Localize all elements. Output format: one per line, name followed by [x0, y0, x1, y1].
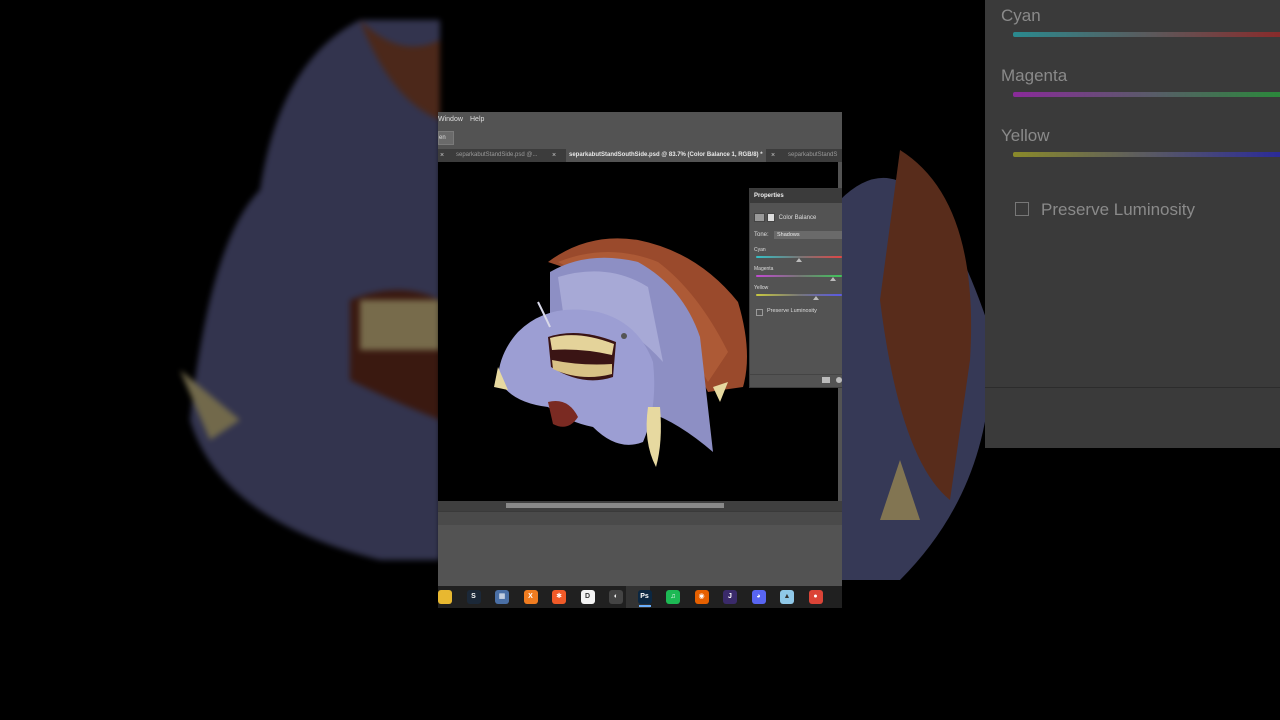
slider-label-magenta: Magenta — [754, 266, 774, 272]
photoshop-icon[interactable]: Ps — [637, 590, 652, 607]
properties-footer — [750, 374, 842, 387]
color-balance-icon — [754, 213, 765, 222]
view-previous-icon[interactable] — [836, 377, 842, 383]
chrome-icon[interactable]: ● — [808, 590, 823, 604]
properties-title: Properties — [750, 189, 842, 203]
background-magenta-bar — [1013, 92, 1280, 97]
options-bar: en — [438, 127, 842, 150]
options-button[interactable]: en — [438, 131, 454, 145]
chrome-dark-icon[interactable]: ◐ — [609, 590, 623, 604]
jetbrains-icon[interactable]: J — [723, 590, 737, 604]
tab-document-standside[interactable]: separkabutStandSide.psd @... — [453, 149, 540, 162]
background-label-yellow: Yellow — [1001, 126, 1050, 145]
discord-icon[interactable]: ◕ — [751, 590, 766, 604]
background-panel-footer — [985, 387, 1280, 448]
clip-to-layer-icon[interactable] — [822, 377, 830, 383]
mask-icon — [767, 213, 775, 222]
preserve-luminosity-checkbox[interactable] — [756, 309, 763, 316]
background-yellow-bar — [1013, 152, 1280, 157]
tab-close-icon[interactable]: × — [440, 149, 444, 162]
tab-close-icon[interactable]: × — [552, 149, 556, 162]
lower-panel-area — [438, 525, 842, 586]
yellow-blue-slider-thumb[interactable] — [813, 296, 820, 300]
document-icon[interactable]: D — [580, 590, 595, 604]
tone-label: Tone: — [754, 232, 769, 238]
background-properties-panel: Cyan Magenta Yellow Preserve Luminosity — [985, 0, 1280, 448]
adjustment-name: Color Balance — [778, 215, 817, 222]
yellow-blue-slider[interactable] — [756, 294, 842, 296]
xodo-icon[interactable]: X — [523, 590, 538, 604]
tab-document-stands[interactable]: separkabutStandS — [785, 149, 840, 162]
background-monster-left — [180, 20, 440, 560]
tab-close-icon[interactable]: × — [771, 149, 775, 162]
background-cyan-bar — [1013, 32, 1280, 37]
windows-taskbar: S ▦ X ✱ D ◐ Ps ♫ ◉ J ◕ ▲ ● — [438, 586, 842, 608]
preserve-luminosity-label: Preserve Luminosity — [767, 308, 817, 314]
background-label-cyan: Cyan — [1001, 6, 1041, 25]
properties-panel: Properties Color Balance Tone: Shadows C… — [749, 188, 842, 388]
tab-document-southside[interactable]: separkabutStandSouthSide.psd @ 83.7% (Co… — [566, 149, 766, 162]
magenta-green-slider[interactable] — [756, 275, 842, 277]
steam-icon[interactable]: S — [466, 590, 481, 604]
tone-select[interactable]: Shadows — [774, 231, 842, 239]
horizontal-scrollbar[interactable] — [438, 501, 842, 511]
document-tab-bar: × separkabutStandSide.psd @... × separka… — [438, 149, 842, 162]
background-checkbox-icon — [1015, 202, 1029, 216]
magenta-green-slider-thumb[interactable] — [830, 277, 837, 281]
background-label-magenta: Magenta — [1001, 66, 1068, 85]
menu-bar: Window Help — [438, 112, 842, 127]
slider-label-yellow: Yellow — [754, 285, 769, 291]
orange-app-icon[interactable]: ✱ — [552, 590, 566, 604]
status-strip — [438, 511, 842, 526]
spotify-icon[interactable]: ♫ — [666, 590, 680, 604]
menu-window[interactable]: Window — [438, 116, 463, 123]
photoshop-window: Window Help en × separkabutStandSide.psd… — [438, 112, 842, 608]
horizontal-scrollbar-thumb[interactable] — [506, 503, 724, 508]
background-label-preserve: Preserve Luminosity — [1041, 200, 1196, 219]
cyan-red-slider-thumb[interactable] — [796, 258, 802, 262]
file-explorer-icon[interactable] — [438, 590, 452, 604]
calculator-icon[interactable]: ▦ — [495, 590, 509, 604]
slider-label-cyan: Cyan — [754, 247, 766, 253]
app-icon[interactable]: ▲ — [780, 590, 794, 604]
menu-help[interactable]: Help — [470, 116, 484, 123]
firefox-icon[interactable]: ◉ — [694, 590, 709, 604]
adjustment-row: Color Balance — [754, 213, 816, 222]
